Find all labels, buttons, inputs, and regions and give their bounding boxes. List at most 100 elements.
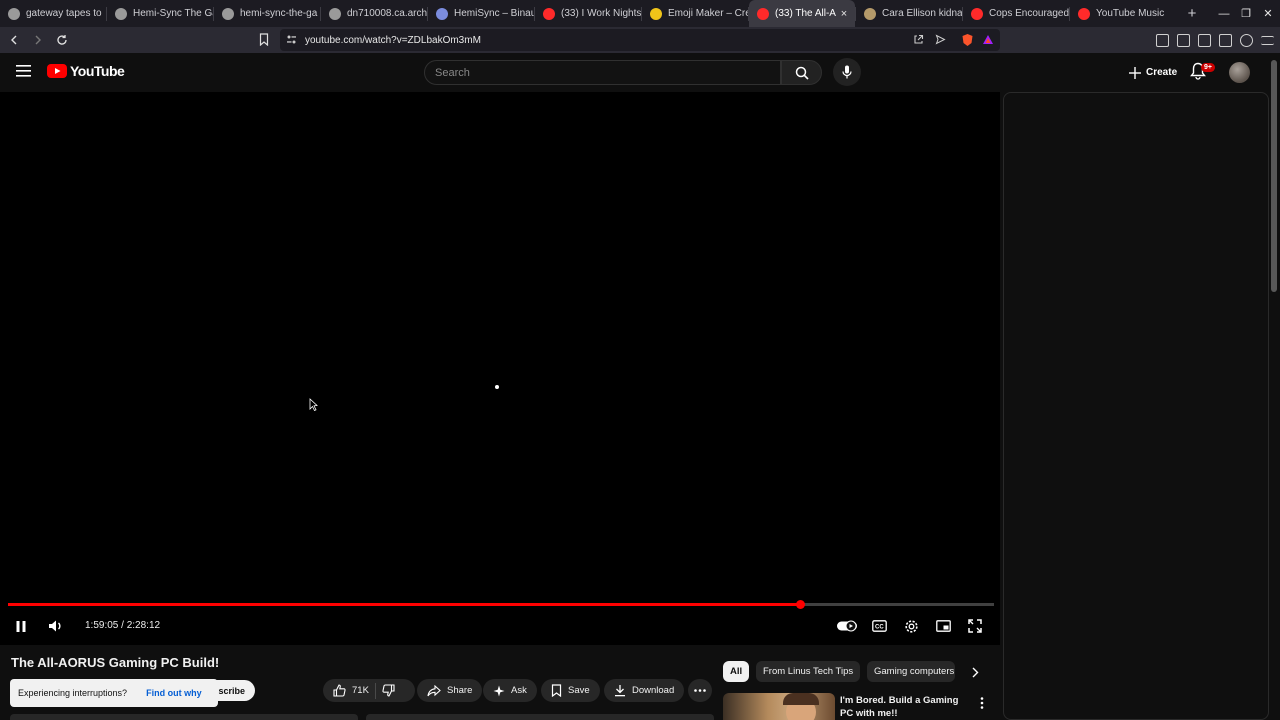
- site-info-icon[interactable]: [286, 34, 297, 45]
- captions-button[interactable]: CC: [870, 617, 888, 635]
- like-count: 71K: [352, 685, 369, 696]
- reload-icon[interactable]: [52, 30, 72, 50]
- miniplayer-icon: [935, 620, 951, 632]
- download-button[interactable]: Download: [604, 679, 685, 702]
- sidebar-icon[interactable]: [1198, 33, 1211, 47]
- close-window-icon[interactable]: ✕: [1262, 7, 1274, 20]
- share-label: Share: [447, 685, 473, 696]
- more-actions-button[interactable]: [688, 679, 712, 702]
- progress-played: [8, 603, 800, 606]
- create-button[interactable]: Create: [1121, 60, 1185, 85]
- browser-tab[interactable]: Cara Ellison kidna: [856, 0, 962, 27]
- theater-mode-button[interactable]: [934, 617, 952, 635]
- notification-count-badge: 9+: [1201, 63, 1215, 72]
- search-box[interactable]: [424, 60, 781, 85]
- video-player[interactable]: 1:59:05 / 2:28:12 CC: [0, 92, 1000, 645]
- browser-tab[interactable]: Emoji Maker – Cre: [642, 0, 748, 27]
- sparkle-icon: [493, 685, 505, 696]
- brave-shield-icon[interactable]: [961, 33, 974, 47]
- fullscreen-button[interactable]: [966, 617, 984, 635]
- hamburger-menu-icon[interactable]: [16, 65, 31, 77]
- browser-tab[interactable]: Hemi-Sync The Ga: [107, 0, 213, 27]
- chip-all[interactable]: All: [723, 661, 750, 682]
- pause-button[interactable]: [13, 617, 29, 635]
- youtube-header: YouTube Create 9+: [0, 53, 1280, 92]
- toast-message: Experiencing interruptions?: [18, 688, 128, 698]
- send-to-device-icon[interactable]: [935, 34, 946, 45]
- thumbnail-hair: [783, 693, 819, 705]
- interruption-toast: Experiencing interruptions? Find out why: [10, 679, 218, 707]
- page-scrollbar[interactable]: [1271, 60, 1277, 292]
- extensions-icon[interactable]: [1156, 33, 1169, 47]
- autoplay-toggle[interactable]: [836, 617, 858, 635]
- tab-favicon-icon: [222, 7, 234, 20]
- tab-favicon-icon: [757, 7, 769, 20]
- youtube-logo[interactable]: YouTube: [47, 63, 125, 79]
- tab-favicon-icon: [8, 7, 20, 20]
- chip-from-linus-tech-tips[interactable]: From Linus Tech Tips: [756, 661, 861, 682]
- browser-tab[interactable]: gateway tapes to: [0, 0, 106, 27]
- search-icon: [795, 66, 809, 80]
- save-label: Save: [568, 685, 590, 696]
- forward-icon[interactable]: [28, 30, 48, 50]
- ask-label: Ask: [511, 685, 527, 696]
- wallet-icon[interactable]: [1219, 33, 1232, 47]
- tab-favicon-icon: [864, 7, 876, 20]
- chevron-right-icon[interactable]: [967, 664, 983, 680]
- share-button[interactable]: Share: [417, 679, 483, 702]
- gear-icon: [904, 619, 918, 633]
- back-icon[interactable]: [4, 30, 24, 50]
- search-input[interactable]: [435, 66, 780, 79]
- address-bar[interactable]: youtube.com/watch?v=ZDLbakOm3mM: [280, 29, 1000, 51]
- browser-tab[interactable]: YouTube Music: [1070, 0, 1176, 27]
- brave-rewards-icon[interactable]: [982, 34, 994, 45]
- find-out-why-link[interactable]: Find out why: [146, 688, 202, 698]
- ask-button[interactable]: Ask: [483, 679, 537, 702]
- save-button[interactable]: Save: [541, 679, 600, 702]
- pause-icon: [16, 620, 26, 632]
- tab-favicon-icon: [971, 7, 983, 20]
- new-tab-button[interactable]: +: [1180, 5, 1204, 22]
- loading-spinner-icon: [495, 385, 499, 389]
- volume-button[interactable]: [47, 617, 65, 635]
- dislike-button[interactable]: [382, 684, 395, 697]
- browser-tab[interactable]: (33) I Work Nights: [535, 0, 641, 27]
- voice-search-button[interactable]: [833, 58, 861, 86]
- account-avatar[interactable]: [1229, 62, 1250, 83]
- tab-title: Hemi-Sync The Ga: [133, 8, 213, 19]
- more-vertical-icon[interactable]: [980, 697, 984, 709]
- like-button[interactable]: 71K: [333, 684, 369, 697]
- recommendation-title[interactable]: I'm Bored. Build a Gaming PC with me!!: [840, 694, 970, 720]
- bookmark-save-icon: [551, 684, 562, 697]
- screenshot-icon[interactable]: [1177, 33, 1190, 47]
- progress-bar[interactable]: [8, 600, 994, 609]
- browser-tab[interactable]: dn710008.ca.arch: [321, 0, 427, 27]
- browser-tab[interactable]: hemi-sync-the-ga: [214, 0, 320, 27]
- browser-tab[interactable]: Cops Encouraged: [963, 0, 1069, 27]
- settings-button[interactable]: [902, 617, 920, 635]
- browser-menu-icon[interactable]: [1261, 35, 1274, 45]
- tab-favicon-icon: [650, 7, 662, 20]
- search-button[interactable]: [781, 60, 822, 85]
- bookmark-icon[interactable]: [258, 33, 270, 46]
- browser-tab[interactable]: HemiSync – Binau: [428, 0, 534, 27]
- chip-gaming-computers[interactable]: Gaming computers: [867, 661, 955, 682]
- open-external-icon[interactable]: [913, 34, 924, 45]
- progress-scrubber[interactable]: [796, 600, 805, 609]
- minimize-icon[interactable]: —: [1218, 8, 1230, 20]
- download-label: Download: [632, 685, 675, 696]
- autoplay-toggle-icon: [837, 620, 857, 632]
- browser-tab[interactable]: (33) The All-A ×: [749, 0, 855, 27]
- browser-extension-icons: [1156, 30, 1274, 50]
- restore-icon[interactable]: ❐: [1240, 7, 1252, 20]
- mouse-cursor-icon: [309, 398, 318, 411]
- logo-text: YouTube: [70, 63, 125, 79]
- secondary-panel: [1003, 92, 1269, 720]
- description-card: [366, 714, 714, 720]
- captions-icon: CC: [871, 620, 887, 632]
- recommendation-thumbnail[interactable]: [723, 693, 835, 720]
- leo-ai-icon[interactable]: [1240, 33, 1253, 47]
- tab-close-icon[interactable]: ×: [837, 8, 851, 20]
- like-divider: [374, 682, 376, 699]
- tab-title: HemiSync – Binau: [454, 8, 534, 19]
